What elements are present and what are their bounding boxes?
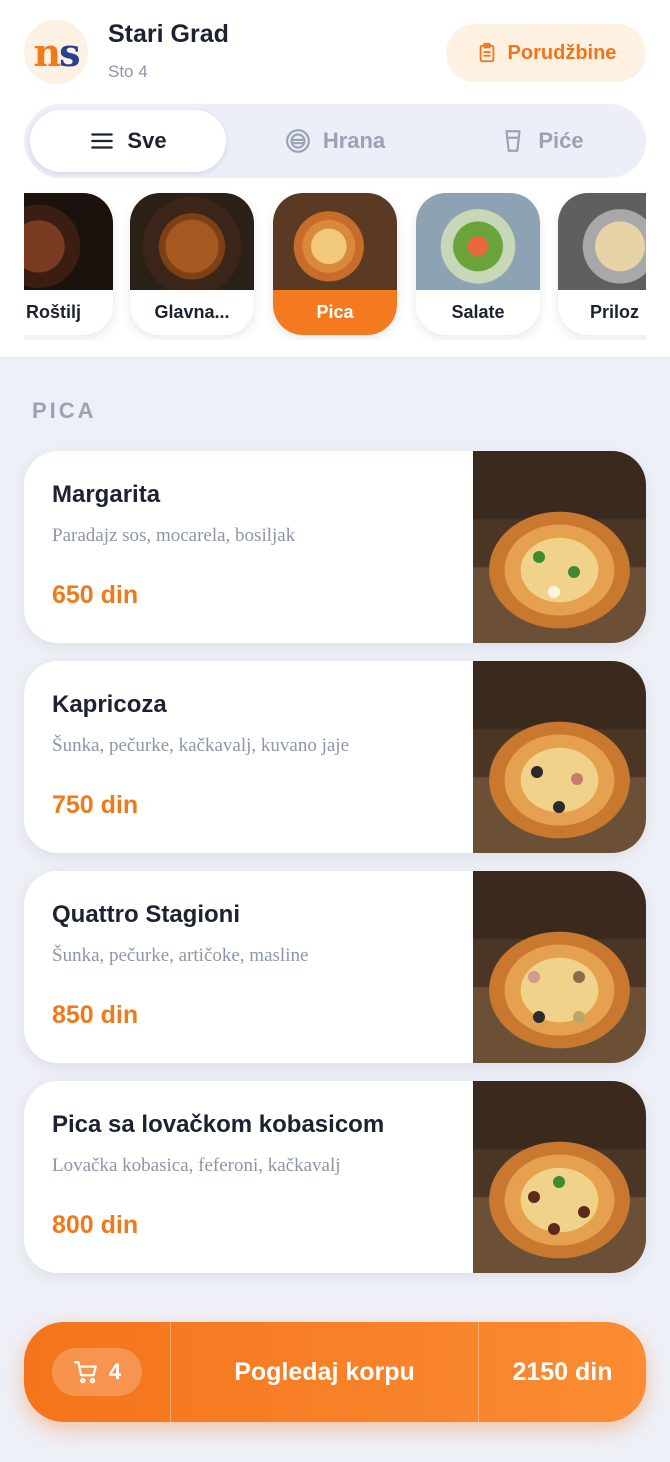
category-image xyxy=(130,193,254,290)
item-description: Šunka, pečurke, artičoke, masline xyxy=(52,945,309,966)
table-label: Sto 4 xyxy=(108,62,148,81)
cart-count-badge: 4 xyxy=(52,1348,142,1396)
tab-hrana[interactable]: Hrana xyxy=(237,110,433,172)
section-title: PICA xyxy=(32,398,97,423)
cart-total: 2150 din xyxy=(512,1357,613,1386)
category-image xyxy=(558,193,646,290)
orders-button[interactable]: Porudžbine xyxy=(446,24,646,82)
category-label: Salate xyxy=(451,302,505,322)
category-glavna[interactable]: Glavna... xyxy=(130,193,254,335)
item-photo xyxy=(473,871,646,1063)
menu-icon xyxy=(91,133,114,149)
clipboard-icon xyxy=(479,42,494,63)
item-name: Pica sa lovačkom kobasicom xyxy=(52,1111,385,1138)
menu-item[interactable]: Margarita Paradajz sos, mocarela, bosilj… xyxy=(24,451,646,643)
item-description: Paradajz sos, mocarela, bosiljak xyxy=(52,525,296,546)
item-name: Kapricoza xyxy=(52,691,167,718)
venue-logo: ns xyxy=(24,20,88,84)
item-description: Šunka, pečurke, kačkavalj, kuvano jaje xyxy=(52,735,350,756)
orders-button-label: Porudžbine xyxy=(507,41,617,64)
category-image xyxy=(24,193,113,290)
category-pica[interactable]: Pica xyxy=(273,193,397,335)
cart-bar[interactable]: 4 Pogledaj korpu 2150 din xyxy=(24,1322,646,1422)
tab-sve-label: Sve xyxy=(127,128,167,153)
item-photo xyxy=(473,1081,646,1273)
category-label: Glavna... xyxy=(154,302,230,322)
category-label: Priloz xyxy=(590,302,640,322)
segment-control: Sve Hrana Piće xyxy=(24,104,646,178)
category-salate[interactable]: Salate xyxy=(416,193,540,335)
cart-icon xyxy=(73,1361,97,1384)
menu-item[interactable]: Quattro Stagioni Šunka, pečurke, artičok… xyxy=(24,871,646,1063)
item-price: 650 din xyxy=(52,581,139,609)
item-photo xyxy=(473,451,646,643)
venue-name: Stari Grad xyxy=(108,20,229,48)
category-rostilj[interactable]: Roštilj xyxy=(24,193,113,335)
glass-icon xyxy=(505,130,521,152)
item-name: Margarita xyxy=(52,481,161,508)
item-price: 750 din xyxy=(52,791,139,819)
item-price: 850 din xyxy=(52,1001,139,1029)
item-photo xyxy=(473,661,646,853)
category-carousel[interactable]: Roštilj Glavna... Pica Salate Priloz xyxy=(24,190,646,340)
category-image xyxy=(416,193,540,290)
cart-count: 4 xyxy=(108,1359,122,1384)
tab-pice-label: Piće xyxy=(538,128,584,153)
category-label: Pica xyxy=(273,290,397,335)
view-cart-label: Pogledaj korpu xyxy=(234,1357,415,1386)
tab-sve[interactable]: Sve xyxy=(30,110,226,172)
menu-item[interactable]: Kapricoza Šunka, pečurke, kačkavalj, kuv… xyxy=(24,661,646,853)
category-image xyxy=(273,193,397,290)
category-prilozi[interactable]: Priloz xyxy=(558,193,646,335)
header: ns Stari Grad Sto 4 Porudžbine xyxy=(0,0,670,100)
item-price: 800 din xyxy=(52,1211,139,1239)
menu-item[interactable]: Pica sa lovačkom kobasicom Lovačka kobas… xyxy=(24,1081,646,1273)
item-name: Quattro Stagioni xyxy=(52,901,240,928)
category-label: Roštilj xyxy=(25,302,81,322)
plate-icon xyxy=(285,129,310,153)
tab-hrana-label: Hrana xyxy=(322,128,386,153)
top-panel: ns Stari Grad Sto 4 Porudžbine Sve Hrana… xyxy=(0,0,670,358)
tab-pice[interactable]: Piće xyxy=(444,110,640,172)
item-description: Lovačka kobasica, feferoni, kačkavalj xyxy=(52,1155,341,1176)
